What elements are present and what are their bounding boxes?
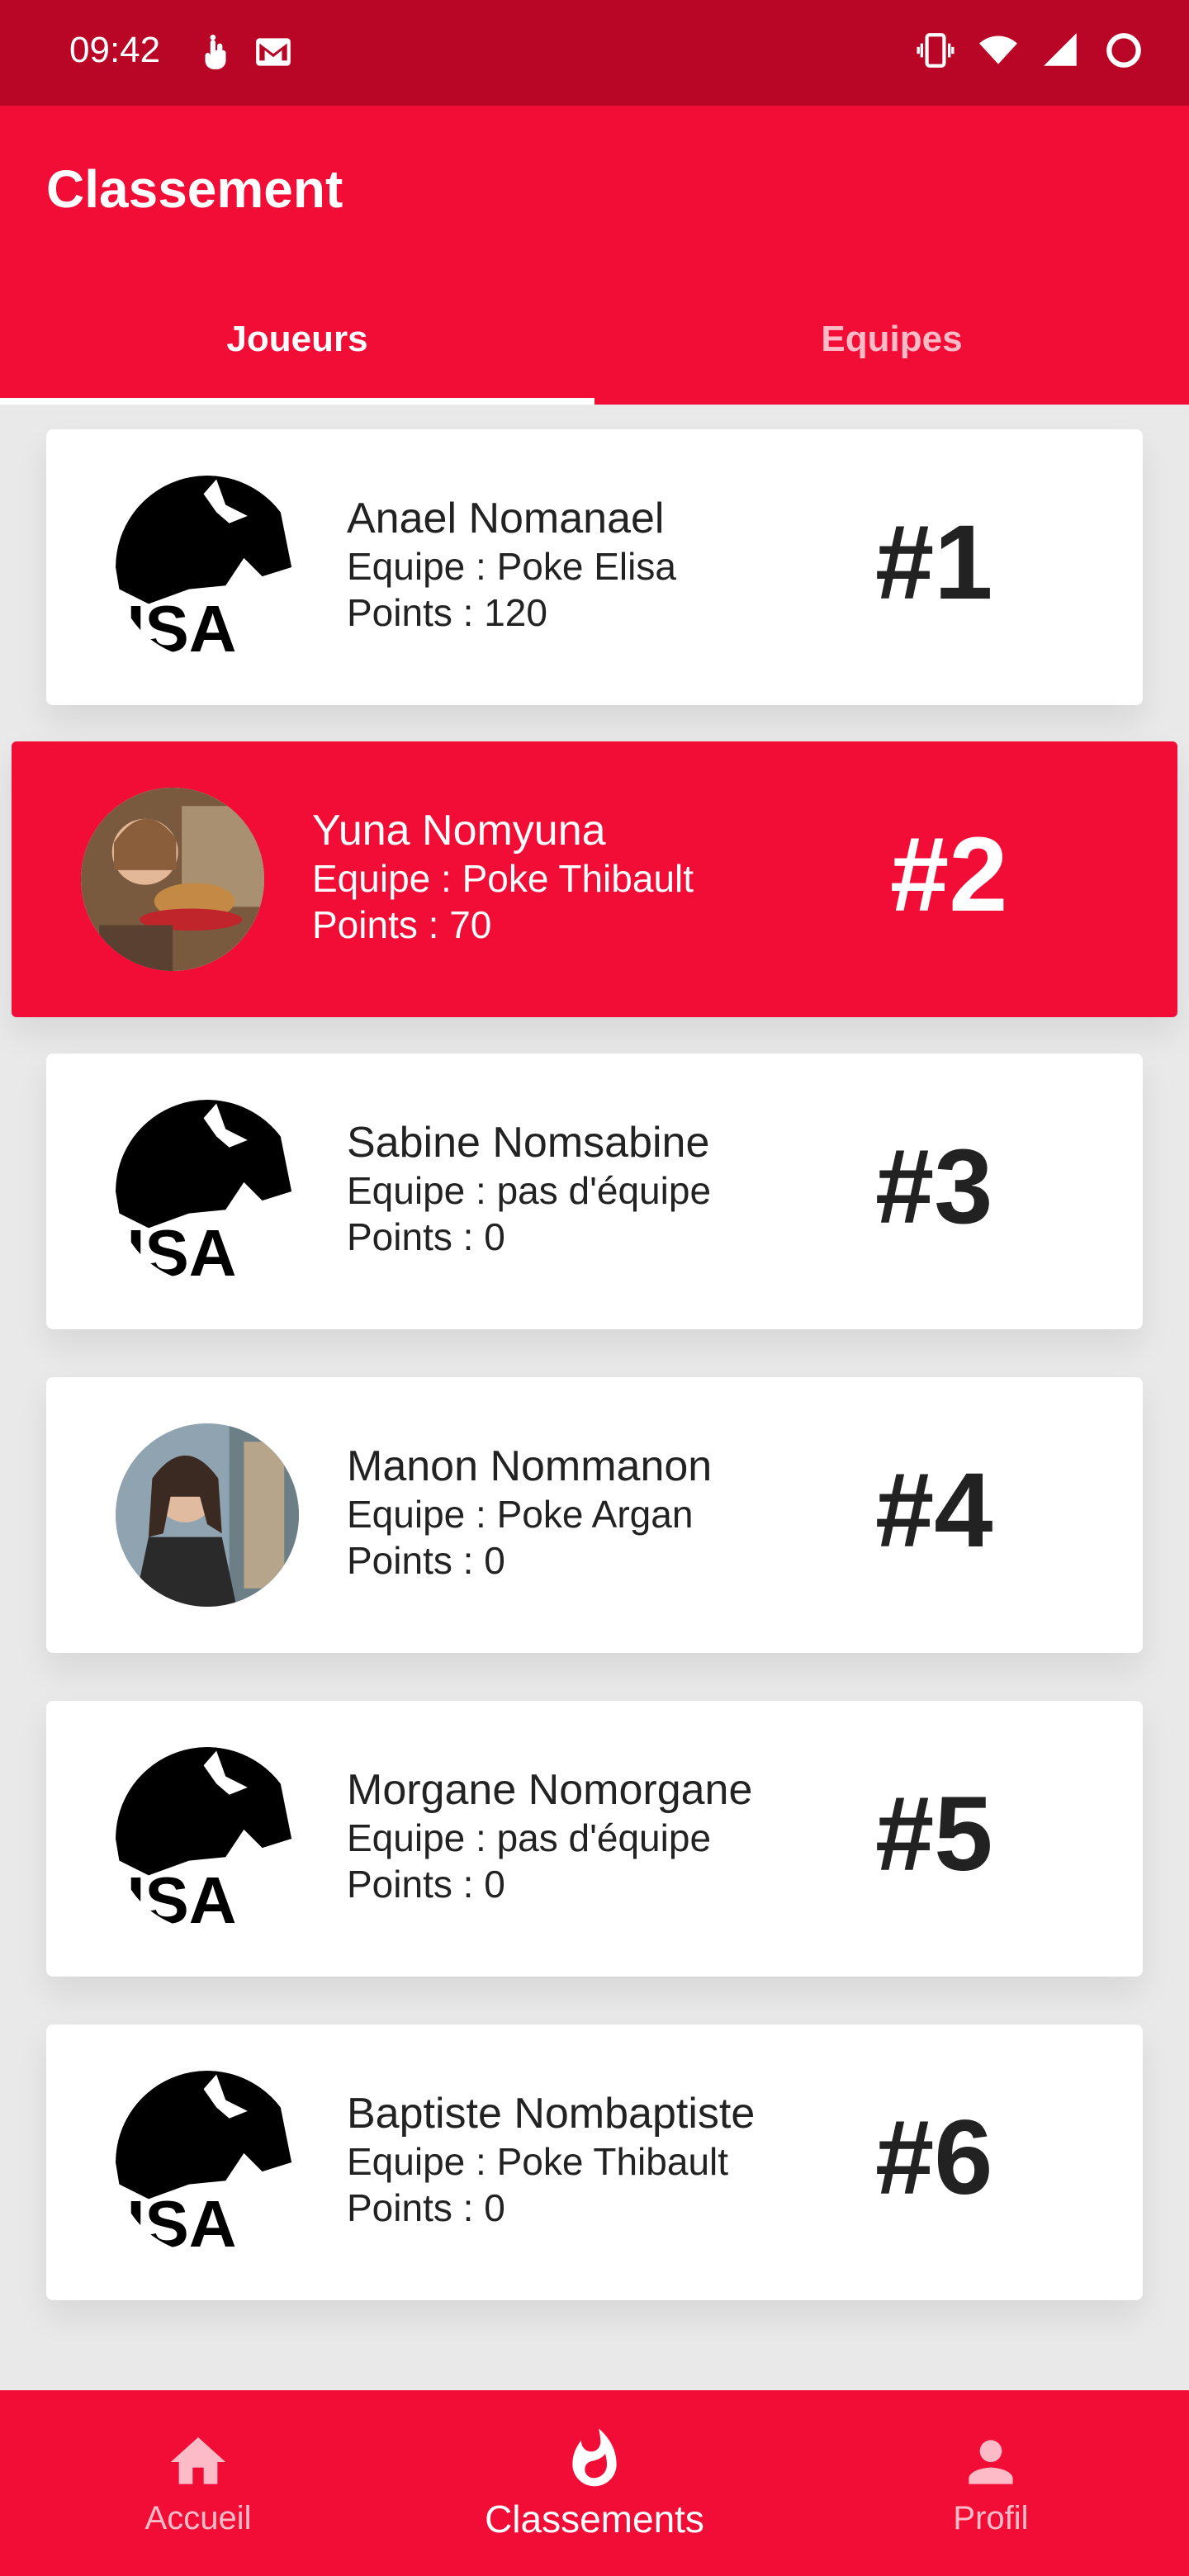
player-rank: #1 [875, 504, 993, 622]
player-card[interactable]: ISA Morgane Nomorgane Equipe : pas d'équ… [46, 1701, 1143, 1977]
nav-label: Accueil [144, 2500, 252, 2536]
player-name: Morgane Nomorgane [347, 1766, 753, 1814]
tab-joueurs[interactable]: Joueurs [0, 274, 594, 405]
isa-wolf-logo-avatar: ISA [116, 2071, 299, 2254]
player-rank: #3 [875, 1128, 993, 1246]
touch-icon [205, 34, 226, 69]
player-name: Yuna Nomyuna [312, 807, 606, 855]
player-team: Equipe : Poke Argan [347, 1493, 694, 1536]
ranking-list: ISA Anael Nomanael Equipe : Poke Elisa P… [0, 405, 1189, 2390]
user-photo-avatar [116, 1423, 299, 1607]
bottom-nav: Accueil Classements Profil [0, 2390, 1189, 2576]
nav-label: Profil [953, 2500, 1029, 2536]
player-card[interactable]: Manon Nommanon Equipe : Poke Argan Point… [46, 1377, 1143, 1653]
player-name: Manon Nommanon [347, 1442, 713, 1490]
nav-label: Classements [485, 2497, 704, 2540]
player-name: Anael Nomanael [347, 495, 665, 542]
player-points: Points : 0 [347, 1863, 505, 1906]
app-bar: Classement Joueurs Equipes [0, 106, 1189, 405]
svg-text:ISA: ISA [126, 1863, 236, 1930]
player-card-current[interactable]: Yuna Nomyuna Equipe : Poke Thibault Poin… [12, 741, 1177, 1017]
svg-text:ISA: ISA [126, 592, 236, 659]
vibrate-icon [917, 33, 955, 68]
tab-label: Joueurs [226, 319, 368, 359]
player-card[interactable]: ISA Anael Nomanael Equipe : Poke Elisa P… [46, 429, 1143, 705]
wifi-icon [979, 36, 1017, 64]
isa-wolf-logo-avatar: ISA [116, 1747, 299, 1930]
player-name: Baptiste Nombaptiste [347, 2090, 756, 2138]
status-time: 09:42 [69, 30, 161, 70]
home-icon [170, 2437, 226, 2484]
nav-classements[interactable]: Classements [396, 2390, 793, 2576]
player-name: Sabine Nomsabine [347, 1119, 710, 1167]
player-team: Equipe : pas d'équipe [347, 1816, 712, 1859]
player-team: Equipe : Poke Elisa [347, 545, 676, 588]
isa-wolf-logo-avatar: ISA [116, 1100, 299, 1283]
nav-accueil[interactable]: Accueil [0, 2390, 396, 2576]
tab-bar: Joueurs Equipes [0, 274, 1189, 405]
player-team: Equipe : Poke Thibault [312, 857, 694, 900]
nav-profil[interactable]: Profil [793, 2390, 1189, 2576]
player-team: Equipe : Poke Thibault [347, 2140, 729, 2183]
flame-icon [572, 2427, 617, 2486]
player-points: Points : 0 [347, 1539, 505, 1582]
player-card[interactable]: ISA Baptiste Nombaptiste Equipe : Poke T… [46, 2024, 1143, 2300]
player-rank: #6 [875, 2099, 993, 2217]
svg-text:ISA: ISA [126, 2187, 236, 2254]
tab-label: Equipes [821, 319, 963, 359]
player-rank: #5 [875, 1775, 993, 1893]
gmail-icon [256, 38, 291, 66]
player-points: Points : 70 [312, 903, 492, 946]
signal-icon [1044, 33, 1077, 66]
page-title: Classement [46, 159, 343, 219]
tab-indicator [0, 398, 594, 405]
svg-text:ISA: ISA [126, 1216, 236, 1283]
person-icon [969, 2440, 1013, 2484]
player-rank: #4 [875, 1451, 993, 1570]
player-card[interactable]: ISA Sabine Nomsabine Equipe : pas d'équi… [46, 1054, 1143, 1329]
player-points: Points : 0 [347, 2186, 505, 2229]
player-points: Points : 120 [347, 591, 547, 634]
tab-equipes[interactable]: Equipes [594, 274, 1189, 405]
player-rank: #2 [890, 816, 1008, 934]
user-photo-avatar [81, 788, 264, 971]
battery-ring-icon [1106, 33, 1141, 68]
player-team: Equipe : pas d'équipe [347, 1169, 712, 1212]
status-bar: 09:42 [0, 0, 1189, 106]
player-points: Points : 0 [347, 1215, 505, 1258]
isa-wolf-logo-avatar: ISA [116, 476, 299, 659]
